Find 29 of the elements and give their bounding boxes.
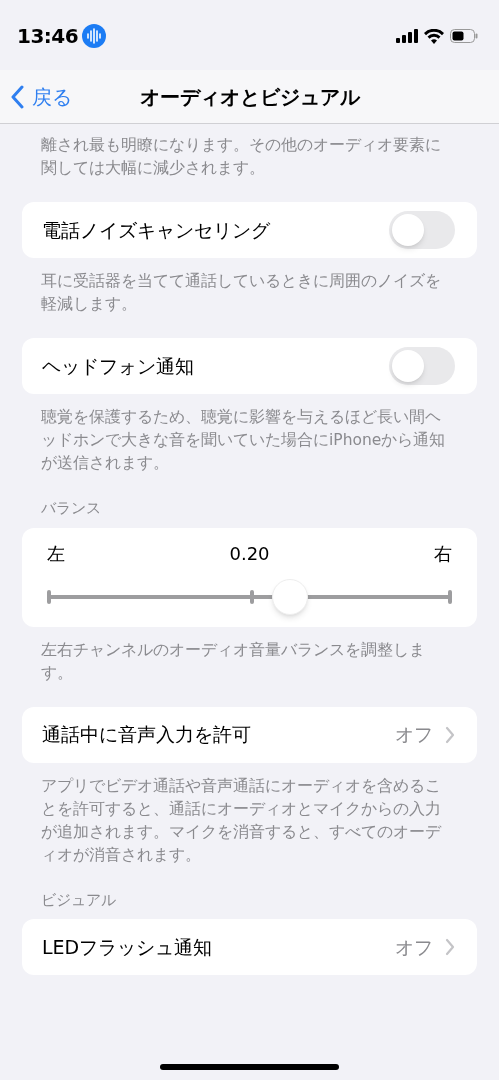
setting-value: オフ — [395, 722, 433, 748]
signal-icon — [396, 29, 418, 43]
section-footer: 聴覚を保護するため、聴覚に影響を与えるほど長い間ヘッドホンで大きな音を聞いていた場合にiPhoneから通知が送信されます。 — [0, 406, 499, 475]
setting-value: オフ — [395, 934, 433, 960]
section-footer: 離され最も明瞭になります。その他のオーディオ要素に関しては大幅に減少されます。 — [0, 134, 499, 180]
section-header: ビジュアル — [40, 889, 117, 911]
chevron-right-icon — [445, 938, 455, 956]
balance-value: 0.20 — [229, 541, 270, 566]
audio-wave-icon — [82, 24, 107, 48]
left-label: 左 — [47, 541, 65, 566]
settings-row[interactable]: LEDフラッシュ通知 オフ — [22, 919, 477, 975]
chevron-left-icon — [10, 85, 24, 109]
section-footer: アプリでビデオ通話や音声通話にオーディオを含めることを許可すると、通話にオーディオとマイクからの入力が追加されます。マイクを消音すると、すべてのオーディオが消音されます。 — [0, 774, 499, 867]
section-header: バランス — [40, 498, 102, 519]
screen-title: オーディオとビジュアル — [139, 83, 360, 111]
chevron-right-icon — [445, 725, 455, 744]
status-time: 13:46 — [17, 23, 79, 50]
settings-row[interactable]: 通話中に音声入力を許可 オフ — [22, 706, 477, 763]
toggle-switch[interactable] — [389, 211, 455, 249]
settings-row[interactable]: ヘッドフォン通知 — [22, 338, 477, 394]
slider-thumb[interactable] — [272, 578, 308, 615]
wifi-icon — [424, 28, 444, 44]
right-label: 右 — [434, 541, 452, 566]
section-footer: 左右チャンネルのオーディオ音量バランスを調整します。 — [0, 638, 499, 685]
section-footer: 耳に受話器を当てて通話しているときに周囲のノイズを軽減します。 — [0, 270, 499, 316]
battery-icon — [450, 29, 478, 43]
toggle-switch[interactable] — [389, 347, 455, 385]
back-button[interactable]: 戻る — [10, 82, 72, 112]
settings-row[interactable]: 電話ノイズキャンセリング — [22, 202, 477, 258]
